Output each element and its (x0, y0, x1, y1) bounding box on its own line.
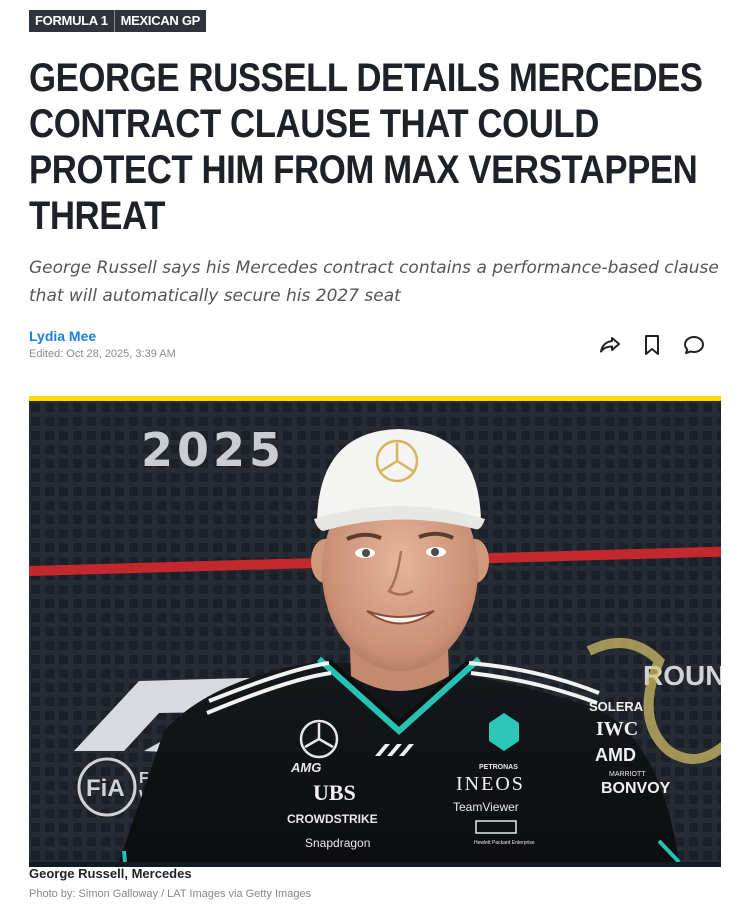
share-icon[interactable] (598, 333, 622, 357)
sponsor-ineos: INEOS (456, 773, 525, 795)
tag-mexican-gp[interactable]: MEXICAN GP (113, 10, 206, 32)
sponsor-teamviewer: TeamViewer (453, 800, 519, 814)
article-headline: GEORGE RUSSELL DETAILS MERCEDES CONTRACT… (29, 56, 703, 238)
sponsor-hpe: Hewlett Packard Enterprise (474, 840, 535, 846)
hero-photo: 2025 ROUN FiA FIA F Wor (29, 396, 721, 867)
sponsor-bonvoy: BONVOY (601, 780, 671, 797)
article-subheadline: George Russell says his Mercedes contrac… (29, 258, 719, 306)
comment-icon[interactable] (682, 333, 706, 357)
sponsor-marriott: MARRIOTT (609, 771, 646, 778)
author-name[interactable]: Lydia Mee (29, 328, 96, 344)
sponsor-snapdragon: Snapdragon (305, 836, 370, 850)
article-actions (598, 333, 706, 357)
sponsor-crowdstrike: CROWDSTRIKE (287, 812, 378, 826)
category-tags: FORMULA 1 MEXICAN GP (29, 10, 206, 32)
sponsor-iwc: IWC (596, 718, 638, 740)
photo-caption: George Russell, Mercedes (29, 866, 192, 881)
sponsor-amd: AMD (595, 745, 636, 765)
sponsor-petronas: PETRONAS (479, 764, 518, 771)
tag-formula-1[interactable]: FORMULA 1 (29, 10, 114, 32)
bookmark-icon[interactable] (640, 333, 664, 357)
sponsor-solera: SOLERA (589, 699, 644, 714)
photo-credit: Photo by: Simon Galloway / LAT Images vi… (29, 888, 312, 900)
sponsor-amg: AMG (290, 760, 321, 775)
sponsor-ubs: UBS (313, 780, 356, 805)
edited-timestamp: Edited: Oct 28, 2025, 3:39 AM (29, 348, 176, 360)
backdrop-fia-logo: FiA (86, 775, 125, 802)
backdrop-year: 2025 (141, 423, 285, 477)
